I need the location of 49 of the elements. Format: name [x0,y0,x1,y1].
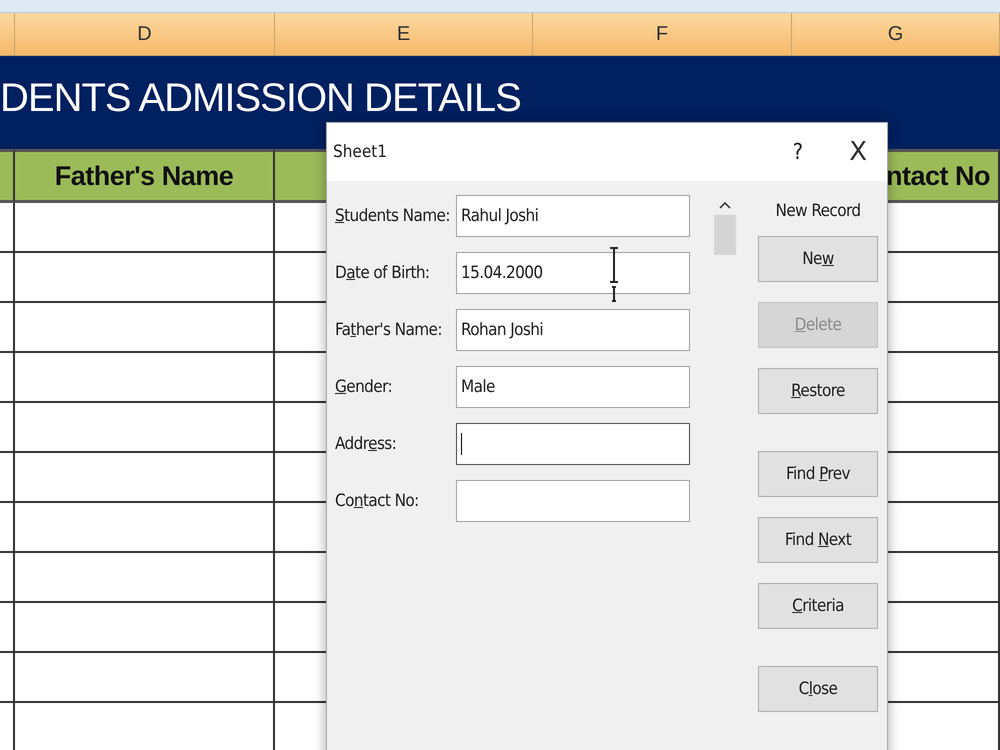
table-cell[interactable] [0,453,15,503]
table-cell[interactable] [0,303,15,353]
column-header[interactable]: F [533,13,792,56]
table-cell[interactable] [15,203,275,253]
table-cell[interactable] [0,553,15,603]
scroll-up-icon[interactable] [719,201,731,209]
scrollbar-thumb[interactable] [714,215,736,255]
field-label: Father's Name: [335,320,443,340]
table-cell[interactable] [15,403,275,453]
field-label: Address: [335,434,398,454]
table-cell[interactable] [15,603,275,653]
table-cell[interactable] [15,353,275,403]
column-header[interactable]: G [792,13,1000,56]
table-cell[interactable] [0,203,15,253]
table-header-cell: Father's Name [15,149,275,203]
table-cell[interactable] [15,653,275,703]
form-button[interactable]: Close [758,666,878,712]
table-cell[interactable] [15,453,275,503]
table-cell[interactable] [0,653,15,703]
table-cell[interactable] [15,503,275,553]
table-header-cell [0,149,15,203]
table-cell[interactable] [0,403,15,453]
table-cell[interactable] [15,553,275,603]
field-label: Contact No: [335,491,420,511]
input-field[interactable]: Male [456,366,690,408]
sheet-title: DENTS ADMISSION DETAILS [0,76,521,121]
table-cell[interactable] [0,253,15,303]
field-label: Date of Birth: [335,263,430,283]
input-field[interactable]: Rahul Joshi [456,195,690,237]
form-button[interactable]: New [758,236,878,282]
form-button[interactable]: Restore [758,368,878,414]
table-cell[interactable] [0,353,15,403]
column-header[interactable]: D [15,13,275,56]
form-button[interactable]: Find Next [758,517,878,563]
table-cell[interactable] [0,503,15,553]
column-header[interactable]: E [275,13,533,56]
input-field[interactable]: Rohan Joshi [456,309,690,351]
text-cursor-icon [607,247,621,303]
form-button[interactable]: Find Prev [758,451,878,497]
input-field[interactable] [456,423,690,465]
table-cell[interactable] [15,253,275,303]
form-button[interactable]: Criteria [758,583,878,629]
dialog-title: Sheet1 [333,142,388,162]
field-label: Students Name: [335,206,451,226]
record-status: New Record [776,201,860,221]
table-cell[interactable] [0,603,15,653]
input-field[interactable] [456,480,690,522]
table-cell[interactable] [15,303,275,353]
field-label: Gender: [335,377,394,397]
